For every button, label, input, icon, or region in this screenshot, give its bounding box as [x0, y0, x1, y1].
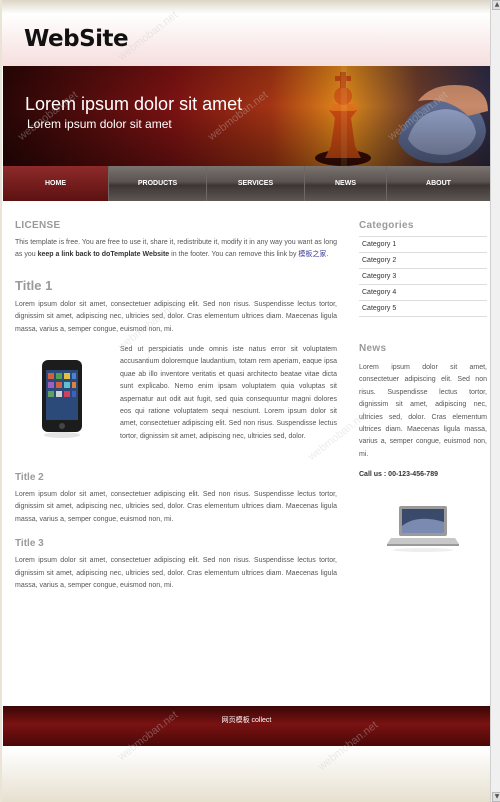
smartphone-image	[42, 360, 82, 439]
main-content: LICENSE This template is free. You are f…	[15, 210, 337, 592]
scroll-up-arrow-icon[interactable]: ▲	[492, 0, 500, 10]
banner-headline: Lorem ipsum dolor sit amet	[25, 94, 243, 114]
category-list: Category 1 Category 2 Category 3 Categor…	[359, 236, 487, 317]
title-1-heading: Title 1	[15, 277, 53, 293]
vertical-scrollbar[interactable]: ▲ ▼	[490, 0, 500, 802]
title-3-paragraph: Lorem ipsum dolor sit amet, consectetuer…	[15, 557, 337, 590]
nav-products[interactable]: PRODUCTS	[109, 166, 207, 201]
license-link[interactable]: 模板之家	[298, 251, 326, 258]
hero-banner: Lorem ipsum dolor sit amet Lorem ipsum d…	[3, 66, 490, 166]
scroll-down-arrow-icon[interactable]: ▼	[492, 792, 500, 802]
page: WebSite Lorem ipsum dolor sit amet Lorem…	[2, 0, 490, 802]
nav-home[interactable]: HOME	[3, 166, 109, 201]
nav-services[interactable]: SERVICES	[207, 166, 305, 201]
category-item-3[interactable]: Category 3	[359, 269, 487, 285]
category-item-2[interactable]: Category 2	[359, 253, 487, 269]
sidebar: Categories Category 1 Category 2 Categor…	[359, 210, 487, 554]
news-text: Lorem ipsum dolor sit amet, consectetuer…	[359, 364, 487, 458]
category-item-1[interactable]: Category 1	[359, 237, 487, 253]
bottom-band	[2, 748, 490, 802]
top-band	[2, 0, 490, 14]
laptop-image	[387, 505, 459, 552]
category-item-5[interactable]: Category 5	[359, 301, 487, 317]
nav-news[interactable]: NEWS	[305, 166, 387, 201]
call-us-text: Call us : 00-123-456-789	[359, 471, 438, 479]
banner-subline: Lorem ipsum dolor sit amet	[27, 117, 172, 131]
footer-text: 网页模板 collect	[221, 717, 272, 724]
title-1-secondary-paragraph: Sed ut perspiciatis unde omnis iste natu…	[120, 346, 337, 440]
footer: 网页模板 collect	[3, 706, 490, 746]
header: WebSite	[2, 14, 490, 66]
title-2-heading: Title 2	[15, 472, 44, 484]
license-heading: LICENSE	[15, 220, 61, 231]
main-nav: HOME PRODUCTS SERVICES NEWS ABOUT	[3, 166, 490, 201]
banner-shade	[3, 66, 490, 166]
title-2-paragraph: Lorem ipsum dolor sit amet, consectetuer…	[15, 491, 337, 523]
license-bold-text: keep a link back to doTemplate Website	[37, 251, 170, 259]
title-3-heading: Title 3	[15, 538, 44, 550]
license-text: This template is free. You are free to u…	[15, 239, 337, 259]
category-item-4[interactable]: Category 4	[359, 285, 487, 301]
title-1-media-block: Sed ut perspiciatis unde omnis iste natu…	[15, 344, 337, 460]
categories-heading: Categories	[359, 220, 414, 231]
title-1-paragraph: Lorem ipsum dolor sit amet, consectetuer…	[15, 300, 337, 333]
news-heading: News	[359, 343, 387, 354]
nav-about[interactable]: ABOUT	[387, 166, 490, 201]
site-logo[interactable]: WebSite	[24, 26, 129, 52]
